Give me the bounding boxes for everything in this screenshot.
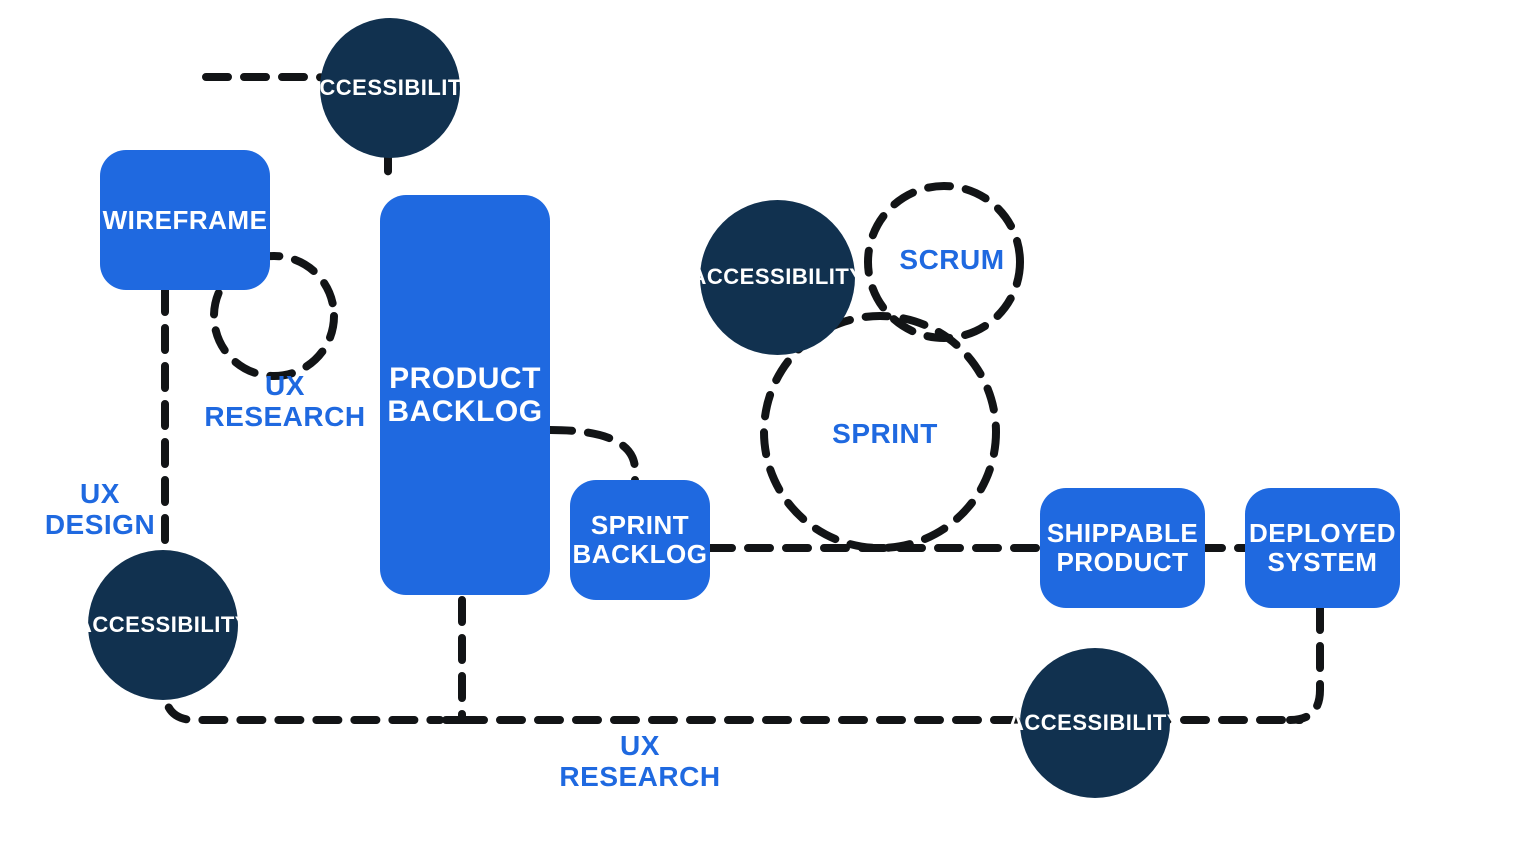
label-ux-research-bottom-l1: UX bbox=[545, 730, 735, 761]
label-ux-research-bottom-l2: RESEARCH bbox=[545, 761, 735, 792]
node-accessibility-left: ACCESSIBILITY bbox=[88, 550, 238, 700]
label-ux-research-top-l2: RESEARCH bbox=[200, 401, 370, 432]
label-wireframe: WIREFRAME bbox=[103, 206, 268, 235]
label-deployed-l2: SYSTEM bbox=[1249, 548, 1396, 577]
label-accessibility-top: ACCESSIBILITY bbox=[303, 76, 477, 100]
agile-ux-accessibility-diagram: WIREFRAME PRODUCT BACKLOG SPRINT BACKLOG… bbox=[0, 0, 1536, 852]
node-accessibility-top: ACCESSIBILITY bbox=[320, 18, 460, 158]
label-accessibility-left: ACCESSIBILITY bbox=[76, 613, 250, 637]
label-product-backlog-l1: PRODUCT bbox=[387, 362, 542, 395]
node-shippable-product: SHIPPABLE PRODUCT bbox=[1040, 488, 1205, 608]
label-accessibility-mid: ACCESSIBILITY bbox=[691, 265, 865, 289]
label-ux-design-l2: DESIGN bbox=[40, 509, 160, 540]
label-sprint-backlog-l1: SPRINT bbox=[573, 511, 708, 540]
node-product-backlog: PRODUCT BACKLOG bbox=[380, 195, 550, 595]
label-product-backlog-l2: BACKLOG bbox=[387, 395, 542, 428]
label-accessibility-bottom: ACCESSIBILITY bbox=[1008, 711, 1182, 735]
label-sprint-text: SPRINT bbox=[832, 418, 938, 449]
label-sprint: SPRINT bbox=[820, 418, 950, 449]
node-accessibility-bottom: ACCESSIBILITY bbox=[1020, 648, 1170, 798]
node-sprint-backlog: SPRINT BACKLOG bbox=[570, 480, 710, 600]
label-sprint-backlog-l2: BACKLOG bbox=[573, 540, 708, 569]
label-shippable-l2: PRODUCT bbox=[1047, 548, 1198, 577]
label-scrum: SCRUM bbox=[892, 244, 1012, 275]
label-ux-research-top: UX RESEARCH bbox=[200, 370, 370, 433]
label-shippable-l1: SHIPPABLE bbox=[1047, 519, 1198, 548]
label-deployed-l1: DEPLOYED bbox=[1249, 519, 1396, 548]
node-deployed-system: DEPLOYED SYSTEM bbox=[1245, 488, 1400, 608]
label-ux-research-bottom: UX RESEARCH bbox=[545, 730, 735, 793]
label-ux-design-l1: UX bbox=[40, 478, 160, 509]
label-ux-design: UX DESIGN bbox=[40, 478, 160, 541]
label-scrum-text: SCRUM bbox=[899, 244, 1004, 275]
label-ux-research-top-l1: UX bbox=[200, 370, 370, 401]
node-wireframe: WIREFRAME bbox=[100, 150, 270, 290]
node-accessibility-mid: ACCESSIBILITY bbox=[700, 200, 855, 355]
